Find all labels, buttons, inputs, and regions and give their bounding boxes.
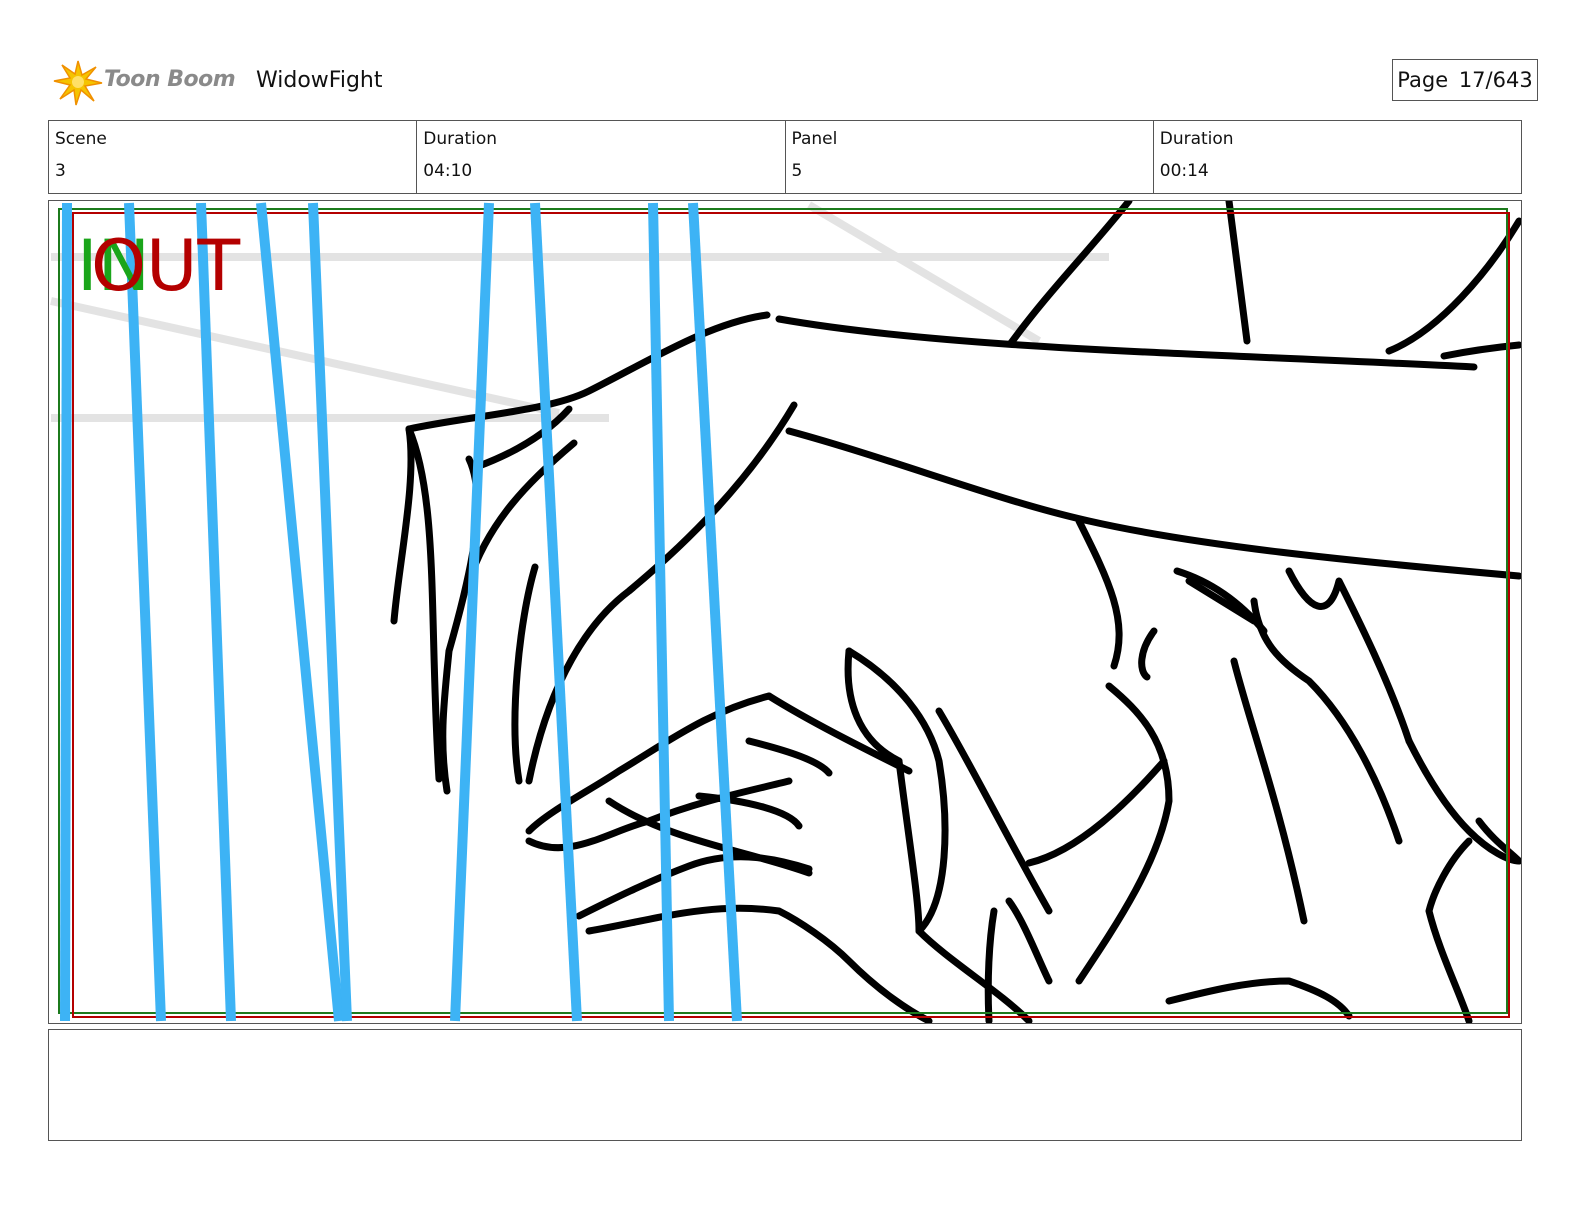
scene-cell: Scene 3 bbox=[49, 121, 418, 193]
scene-label: Scene bbox=[55, 129, 107, 149]
page-header: Toon Boom WidowFight Page 17/643 bbox=[52, 55, 1538, 109]
caption-box bbox=[48, 1029, 1522, 1141]
toon-boom-logo-icon bbox=[53, 60, 103, 106]
ink-stroke bbox=[1285, 567, 1413, 745]
page-value: 17/643 bbox=[1458, 68, 1533, 92]
scene-duration-value: 04:10 bbox=[423, 161, 473, 181]
ink-stroke bbox=[1005, 897, 1053, 985]
ink-stroke bbox=[511, 563, 539, 785]
ink-stroke bbox=[895, 757, 923, 935]
panel-drawing bbox=[50, 201, 1521, 1023]
scene-value: 3 bbox=[55, 161, 66, 181]
guide-line bbox=[806, 201, 1042, 345]
camera-frame-out bbox=[72, 212, 1510, 1018]
ink-drawing bbox=[390, 201, 1521, 1023]
ink-stroke bbox=[1185, 577, 1258, 625]
storyboard-panel: IN OUT bbox=[48, 200, 1522, 1024]
ink-stroke bbox=[1385, 217, 1521, 355]
page-label: Page bbox=[1397, 68, 1449, 92]
panel-duration-cell: Duration 00:14 bbox=[1154, 121, 1521, 193]
camera-motion-line bbox=[196, 202, 236, 1022]
camera-motion-line bbox=[530, 202, 582, 1022]
ink-stroke bbox=[845, 647, 1033, 1023]
ink-stroke bbox=[1165, 977, 1353, 1020]
ink-stroke bbox=[405, 311, 771, 433]
ink-stroke bbox=[390, 425, 415, 625]
ink-stroke bbox=[935, 707, 1053, 915]
panel-label: Panel bbox=[791, 129, 838, 149]
ink-stroke bbox=[745, 737, 833, 777]
camera-motion-line bbox=[60, 202, 72, 1022]
ink-stroke bbox=[984, 907, 998, 1023]
panel-value: 5 bbox=[791, 161, 803, 181]
logo-text: Toon Boom bbox=[104, 67, 236, 92]
ink-stroke bbox=[1230, 657, 1308, 925]
ink-stroke bbox=[765, 692, 913, 775]
ink-stroke bbox=[1138, 627, 1158, 681]
scene-duration-cell: Duration 04:10 bbox=[417, 121, 786, 193]
ink-stroke bbox=[1225, 201, 1251, 345]
ink-stroke bbox=[1075, 517, 1123, 670]
panel-duration-value: 00:14 bbox=[1159, 161, 1209, 181]
scene-duration-label: Duration bbox=[423, 129, 498, 149]
toon-boom-logo: Toon Boom bbox=[52, 55, 252, 109]
camera-motion-line bbox=[648, 202, 674, 1022]
panel-info-table: Scene 3 Duration 04:10 Panel 5 Duration … bbox=[48, 120, 1522, 194]
out-marker: OUT bbox=[91, 225, 241, 307]
ink-stroke bbox=[585, 904, 933, 1023]
panel-cell: Panel 5 bbox=[786, 121, 1154, 193]
ink-stroke bbox=[775, 315, 1478, 371]
page-counter: Page 17/643 bbox=[1392, 59, 1538, 101]
ink-stroke bbox=[1025, 757, 1168, 867]
project-title: WidowFight bbox=[256, 68, 383, 93]
ink-stroke bbox=[1425, 837, 1473, 1023]
panel-duration-label: Duration bbox=[1159, 129, 1234, 149]
ink-stroke bbox=[1007, 201, 1133, 347]
ink-stroke bbox=[785, 427, 1521, 580]
ink-stroke bbox=[695, 792, 803, 830]
